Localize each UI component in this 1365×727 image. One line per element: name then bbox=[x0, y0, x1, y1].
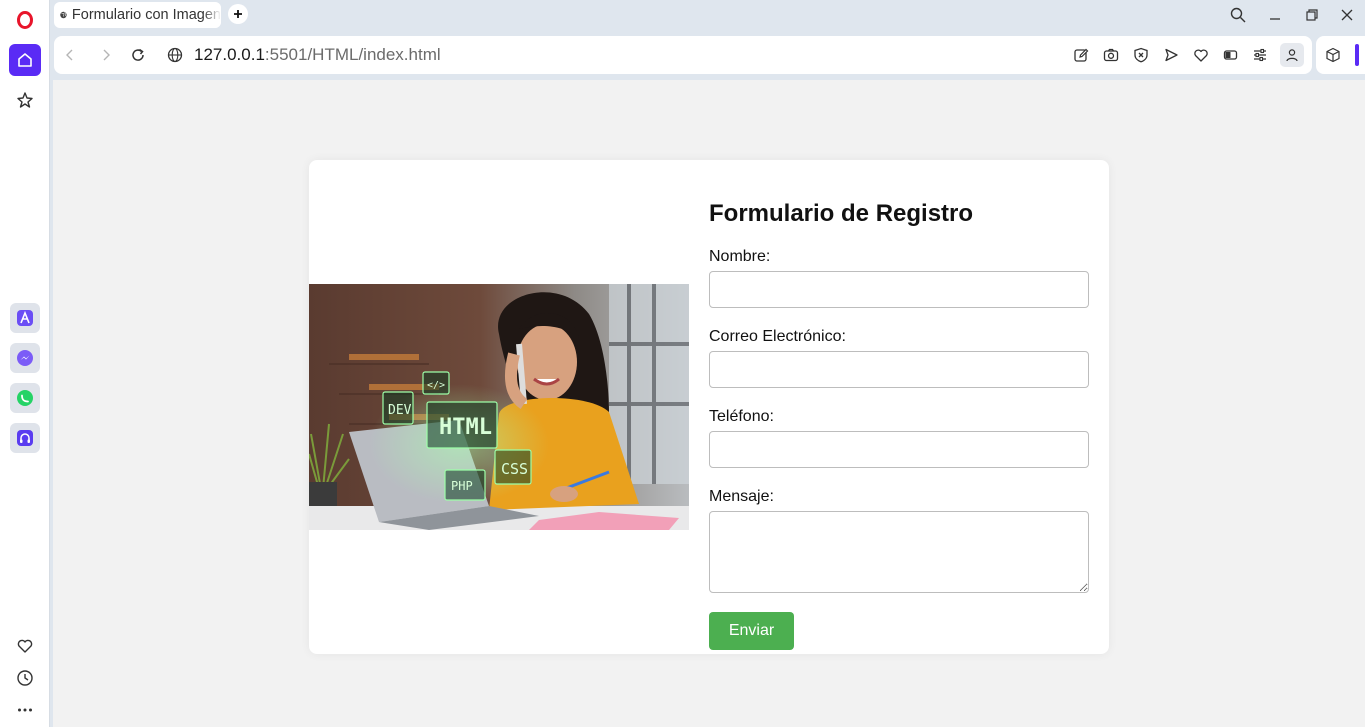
restore-icon[interactable] bbox=[1301, 5, 1323, 25]
battery-saver-icon[interactable] bbox=[1222, 46, 1240, 64]
camera-icon[interactable] bbox=[1102, 46, 1120, 64]
home-icon[interactable] bbox=[9, 44, 41, 76]
globe-icon bbox=[60, 11, 67, 19]
adblock-shield-icon[interactable] bbox=[1132, 46, 1150, 64]
tab-fade bbox=[203, 2, 221, 28]
url-field[interactable]: 127.0.0.1:5501/HTML/index.html bbox=[194, 45, 441, 65]
overlay-php: PHP bbox=[451, 479, 473, 493]
mensaje-label: Mensaje: bbox=[709, 488, 774, 505]
send-icon[interactable] bbox=[1162, 46, 1180, 64]
woman-laptop-illustration: DEV </> HTML CSS PHP bbox=[309, 284, 689, 530]
form-title: Formulario de Registro bbox=[709, 200, 974, 227]
plus-icon bbox=[234, 10, 242, 18]
extensions-box bbox=[1316, 36, 1365, 74]
new-tab-button[interactable] bbox=[228, 4, 248, 24]
nombre-label: Nombre: bbox=[709, 248, 771, 265]
page-viewport: DEV </> HTML CSS PHP Formulario de Regis… bbox=[53, 80, 1365, 727]
nombre-input[interactable] bbox=[709, 271, 1089, 308]
aria-icon[interactable] bbox=[10, 303, 40, 333]
form-card: DEV </> HTML CSS PHP Formulario de Regis… bbox=[309, 160, 1109, 654]
reload-icon[interactable] bbox=[128, 45, 148, 65]
tab-title: Formulario con Imagen bbox=[71, 7, 221, 23]
tab-strip: Formulario con Imagen bbox=[50, 0, 1365, 30]
overlay-html: HTML bbox=[439, 415, 492, 440]
url-host: 127.0.0.1 bbox=[194, 45, 265, 64]
pinboard-icon[interactable] bbox=[9, 84, 41, 116]
correo-label: Correo Electrónico: bbox=[709, 328, 846, 345]
enviar-button[interactable]: Enviar bbox=[709, 612, 794, 650]
whatsapp-icon[interactable] bbox=[10, 383, 40, 413]
heart-icon[interactable] bbox=[9, 630, 41, 662]
registration-form: Formulario de Registro Nombre: Correo El… bbox=[709, 200, 1089, 650]
mensaje-textarea[interactable] bbox=[709, 511, 1089, 593]
easy-setup-icon[interactable] bbox=[1251, 46, 1269, 64]
history-icon[interactable] bbox=[9, 662, 41, 694]
minimize-icon[interactable] bbox=[1264, 5, 1286, 25]
correo-input[interactable] bbox=[709, 351, 1089, 388]
more-icon[interactable] bbox=[9, 694, 41, 726]
messenger-icon[interactable] bbox=[10, 343, 40, 373]
opera-logo-icon[interactable] bbox=[9, 4, 41, 36]
search-tabs-icon[interactable] bbox=[1227, 5, 1249, 25]
address-bar: 127.0.0.1:5501/HTML/index.html bbox=[54, 36, 1312, 74]
hero-photo: DEV </> HTML CSS PHP bbox=[309, 284, 689, 530]
extensions-cube-icon[interactable] bbox=[1324, 46, 1342, 64]
site-info-icon[interactable] bbox=[165, 45, 185, 65]
back-icon[interactable] bbox=[60, 45, 80, 65]
telefono-input[interactable] bbox=[709, 431, 1089, 468]
sidebar-accent-bar bbox=[1355, 44, 1359, 66]
browser-sidebar bbox=[0, 0, 50, 727]
forward-icon[interactable] bbox=[96, 45, 116, 65]
close-icon[interactable] bbox=[1336, 5, 1358, 25]
profile-icon[interactable] bbox=[1280, 43, 1304, 67]
overlay-dev: DEV bbox=[388, 403, 412, 418]
url-path: :5501/HTML/index.html bbox=[264, 45, 441, 64]
browser-tab[interactable]: Formulario con Imagen bbox=[54, 2, 221, 28]
edit-icon[interactable] bbox=[1072, 46, 1090, 64]
overlay-css: CSS bbox=[501, 460, 528, 478]
overlay-code: </> bbox=[427, 380, 445, 391]
telefono-label: Teléfono: bbox=[709, 408, 774, 425]
bookmark-heart-icon[interactable] bbox=[1192, 46, 1210, 64]
music-player-icon[interactable] bbox=[10, 423, 40, 453]
